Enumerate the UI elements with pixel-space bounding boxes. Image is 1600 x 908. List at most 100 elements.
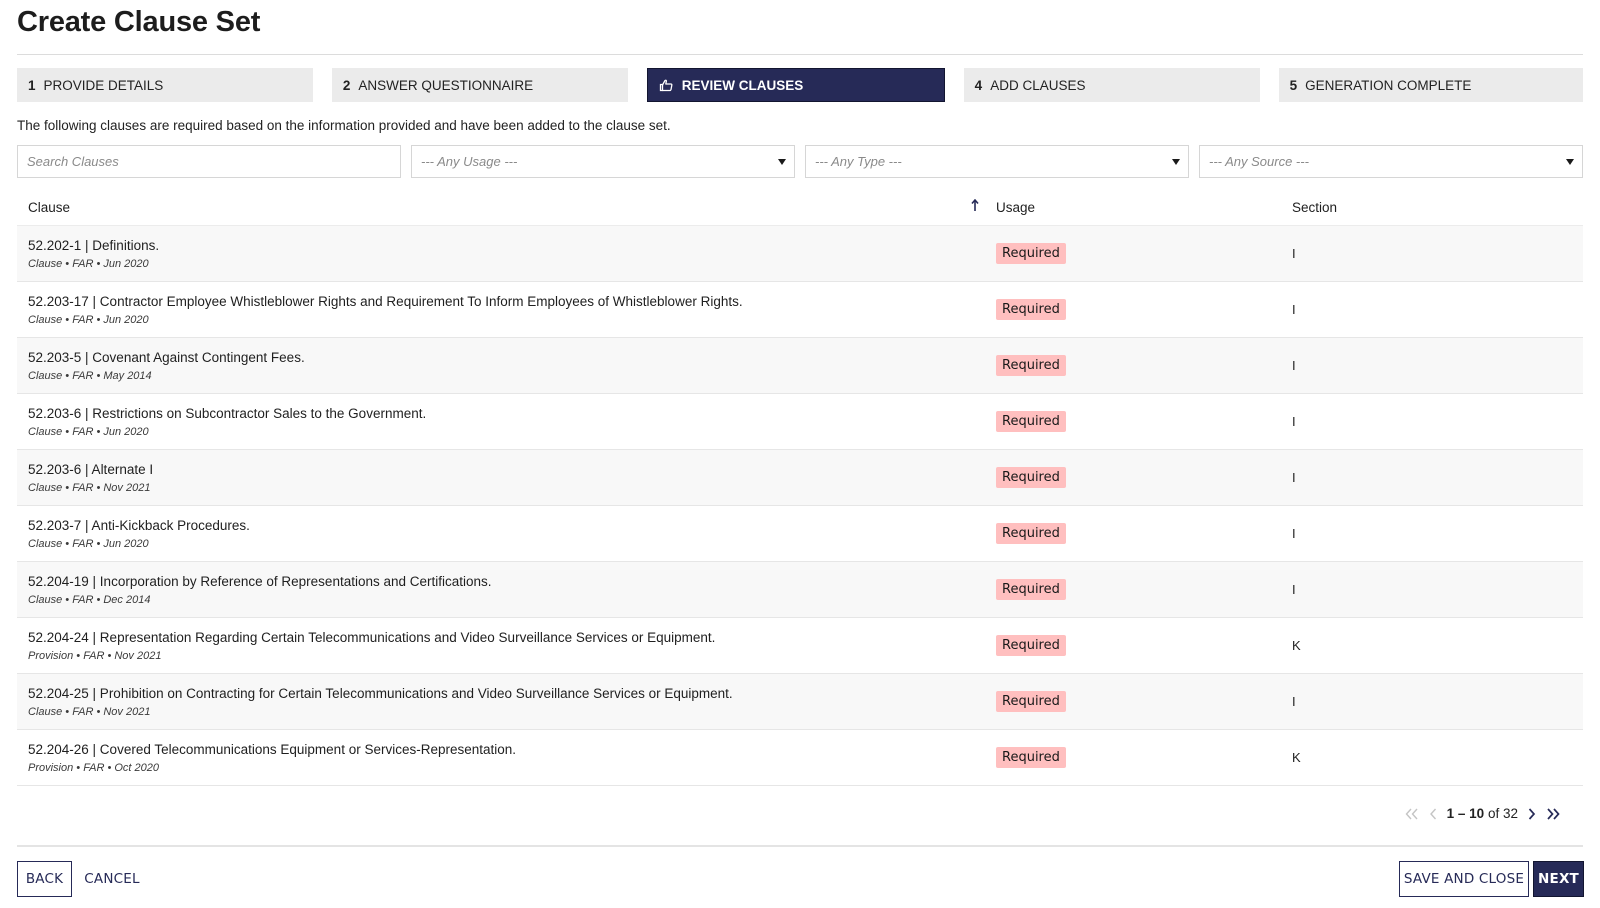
clause-meta: Clause • FAR • Nov 2021 [28,706,151,718]
page-range-value: 1 – 10 [1446,806,1485,821]
search-input[interactable] [27,154,391,169]
source-select[interactable]: --- Any Source --- [1199,145,1583,178]
step-generation-complete[interactable]: 5 GENERATION COMPLETE [1278,68,1583,102]
clause-title: 52.204-24 | Representation Regarding Cer… [28,630,716,645]
first-page-icon[interactable] [1405,808,1419,820]
clause-meta: Provision • FAR • Nov 2021 [28,650,162,662]
usage-badge: Required [996,523,1066,544]
section-cell: I [1292,414,1296,429]
page-total: 32 [1502,806,1518,821]
usage-badge: Required [996,355,1066,376]
table-row[interactable]: 52.204-26 | Covered Telecommunications E… [17,730,1583,786]
wizard-steps: 1 PROVIDE DETAILS 2 ANSWER QUESTIONNAIRE… [17,68,1583,102]
usage-badge: Required [996,299,1066,320]
usage-badge: Required [996,691,1066,712]
usage-badge: Required [996,635,1066,656]
clause-title: 52.203-6 | Restrictions on Subcontractor… [28,406,427,421]
section-cell: I [1292,582,1296,597]
clause-title: 52.204-19 | Incorporation by Reference o… [28,574,492,589]
step-number: 4 [974,77,983,93]
clause-meta: Clause • FAR • May 2014 [28,370,152,382]
step-review-clauses[interactable]: REVIEW CLAUSES [646,68,945,102]
clause-cell: 52.204-19 | Incorporation by Reference o… [17,571,977,608]
section-cell: I [1292,358,1296,373]
clause-meta: Provision • FAR • Oct 2020 [28,762,159,774]
table-header: Clause Usage Section [17,190,1583,226]
section-cell: K [1292,638,1301,653]
column-header-label: Clause [28,200,71,215]
table-row[interactable]: 52.203-6 | Restrictions on Subcontractor… [17,394,1583,450]
footer-divider [17,845,1583,847]
caret-down-icon [778,159,786,165]
step-answer-questionnaire[interactable]: 2 ANSWER QUESTIONNAIRE [331,68,628,102]
step-number: 2 [342,77,351,93]
next-page-icon[interactable] [1528,807,1536,820]
usage-cell: Required [977,467,1292,488]
clause-title: 52.203-7 | Anti-Kickback Procedures. [28,518,250,533]
clause-meta: Clause • FAR • Jun 2020 [28,538,149,550]
step-add-clauses[interactable]: 4 ADD CLAUSES [963,68,1260,102]
clause-meta: Clause • FAR • Dec 2014 [28,594,151,606]
clause-title: 52.202-1 | Definitions. [28,238,160,253]
save-and-close-button[interactable]: SAVE AND CLOSE [1399,861,1529,897]
clause-cell: 52.204-26 | Covered Telecommunications E… [17,739,977,776]
usage-cell: Required [977,747,1292,768]
back-button[interactable]: BACK [17,861,72,897]
usage-badge: Required [996,243,1066,264]
step-label: GENERATION COMPLETE [1305,77,1472,93]
section-cell: I [1292,246,1296,261]
table-row[interactable]: 52.203-5 | Covenant Against Contingent F… [17,338,1583,394]
title-divider [17,54,1583,55]
clause-meta: Clause • FAR • Jun 2020 [28,258,149,270]
table-row[interactable]: 52.204-24 | Representation Regarding Cer… [17,618,1583,674]
type-select[interactable]: --- Any Type --- [805,145,1189,178]
table-row[interactable]: 52.203-6 | Alternate I Clause • FAR • No… [17,450,1583,506]
usage-cell: Required [977,243,1292,264]
table-row[interactable]: 52.202-1 | Definitions. Clause • FAR • J… [17,226,1583,282]
table-row[interactable]: 52.203-7 | Anti-Kickback Procedures. Cla… [17,506,1583,562]
column-header-section[interactable]: Section [1292,200,1583,215]
clause-cell: 52.203-17 | Contractor Employee Whistleb… [17,291,977,328]
clause-title: 52.203-5 | Covenant Against Contingent F… [28,350,305,365]
cancel-button[interactable]: CANCEL [84,861,140,897]
usage-select[interactable]: --- Any Usage --- [411,145,795,178]
step-label: ADD CLAUSES [990,77,1086,93]
step-provide-details[interactable]: 1 PROVIDE DETAILS [17,68,313,102]
section-cell: I [1292,694,1296,709]
table-body: 52.202-1 | Definitions. Clause • FAR • J… [17,226,1583,786]
usage-cell: Required [977,523,1292,544]
usage-badge: Required [996,579,1066,600]
clause-cell: 52.203-6 | Alternate I Clause • FAR • No… [17,459,977,496]
step-number: 5 [1289,77,1298,93]
usage-badge: Required [996,747,1066,768]
filter-bar: --- Any Usage --- --- Any Type --- --- A… [17,145,1583,178]
arrow-up-icon[interactable] [971,199,979,212]
usage-cell: Required [977,691,1292,712]
type-select-value: --- Any Type --- [815,154,902,169]
column-header-clause[interactable]: Clause [17,199,979,215]
step-label: REVIEW CLAUSES [681,77,804,93]
pagination: 1 – 10 of 32 [1405,806,1560,821]
usage-cell: Required [977,635,1292,656]
table-row[interactable]: 52.204-25 | Prohibition on Contracting f… [17,674,1583,730]
page-range: 1 – 10 of 32 [1447,806,1518,821]
next-button[interactable]: NEXT [1533,861,1584,897]
info-message: The following clauses are required based… [17,118,671,133]
usage-badge: Required [996,411,1066,432]
search-clauses-field [17,145,401,178]
column-header-usage[interactable]: Usage [977,200,1292,215]
clause-cell: 52.203-5 | Covenant Against Contingent F… [17,347,977,384]
last-page-icon[interactable] [1546,807,1560,820]
usage-cell: Required [977,411,1292,432]
clause-title: 52.204-26 | Covered Telecommunications E… [28,742,517,757]
clause-cell: 52.203-6 | Restrictions on Subcontractor… [17,403,977,440]
section-cell: I [1292,470,1296,485]
table-row[interactable]: 52.204-19 | Incorporation by Reference o… [17,562,1583,618]
previous-page-icon[interactable] [1429,808,1437,820]
usage-select-value: --- Any Usage --- [421,154,518,169]
caret-down-icon [1566,159,1574,165]
create-clause-set-page: Create Clause Set 1 PROVIDE DETAILS 2 AN… [0,0,1600,908]
table-row[interactable]: 52.203-17 | Contractor Employee Whistleb… [17,282,1583,338]
clause-title: 52.203-6 | Alternate I [28,462,154,477]
page-range-of: of [1487,806,1500,821]
